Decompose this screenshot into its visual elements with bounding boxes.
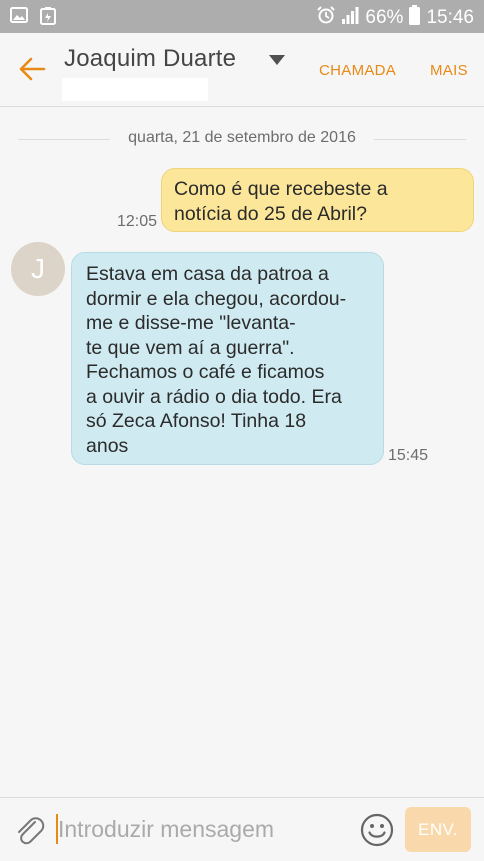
conversation-header: Joaquim Duarte CHAMADA MAIS [0, 33, 484, 107]
message-input[interactable] [58, 811, 348, 847]
signal-icon [341, 6, 359, 30]
message-line: só Zeca Afonso! Tinha 18 [86, 410, 307, 432]
clock: 15:46 [426, 7, 474, 28]
status-bar: 66% 15:46 [0, 0, 484, 33]
image-icon [10, 7, 28, 30]
message-line: a ouvir a rádio o dia todo. Era [86, 385, 342, 408]
message-line: te que vem aí a guerra". [86, 336, 295, 359]
message-line: Estava em casa da patroa a [86, 263, 329, 285]
message-line: Como é que recebeste a [174, 178, 388, 200]
messaging-screen: 66% 15:46 Joaquim Duarte CHAMADA MAIS qu… [0, 0, 484, 861]
message-line: notícia do 25 de Abril? [174, 202, 367, 225]
battery-saver-icon [40, 7, 56, 30]
avatar[interactable]: J [11, 242, 65, 296]
emoji-icon[interactable] [360, 813, 394, 847]
paperclip-icon[interactable] [13, 813, 45, 847]
message-line: anos [86, 434, 129, 457]
message-line: dormir e ela chegou, acordou- [86, 287, 347, 310]
message-composer: ENV. [0, 797, 484, 861]
message-line: me e disse-me "levanta- [86, 312, 296, 334]
alarm-icon [317, 6, 336, 30]
outgoing-message-bubble[interactable]: Como é que recebeste a notícia do 25 de … [161, 168, 474, 232]
more-button[interactable]: MAIS [430, 62, 468, 79]
back-arrow-icon[interactable] [16, 53, 48, 85]
battery-percent: 66% [365, 7, 404, 28]
date-separator: quarta, 21 de setembro de 2016 [0, 128, 484, 150]
message-time: 15:45 [388, 447, 429, 464]
divider [374, 139, 466, 140]
message-time: 12:05 [117, 213, 158, 230]
call-button[interactable]: CHAMADA [319, 62, 396, 79]
dropdown-triangle-icon[interactable] [268, 53, 286, 67]
incoming-message-bubble[interactable]: Estava em casa da patroa a dormir e ela … [71, 252, 384, 465]
date-label: quarta, 21 de setembro de 2016 [128, 129, 356, 146]
message-line: Fechamos o café e ficamos [86, 361, 325, 383]
send-button[interactable]: ENV. [405, 807, 471, 852]
battery-icon [409, 5, 421, 31]
contact-number-redacted [62, 78, 208, 101]
contact-name[interactable]: Joaquim Duarte [64, 45, 236, 73]
